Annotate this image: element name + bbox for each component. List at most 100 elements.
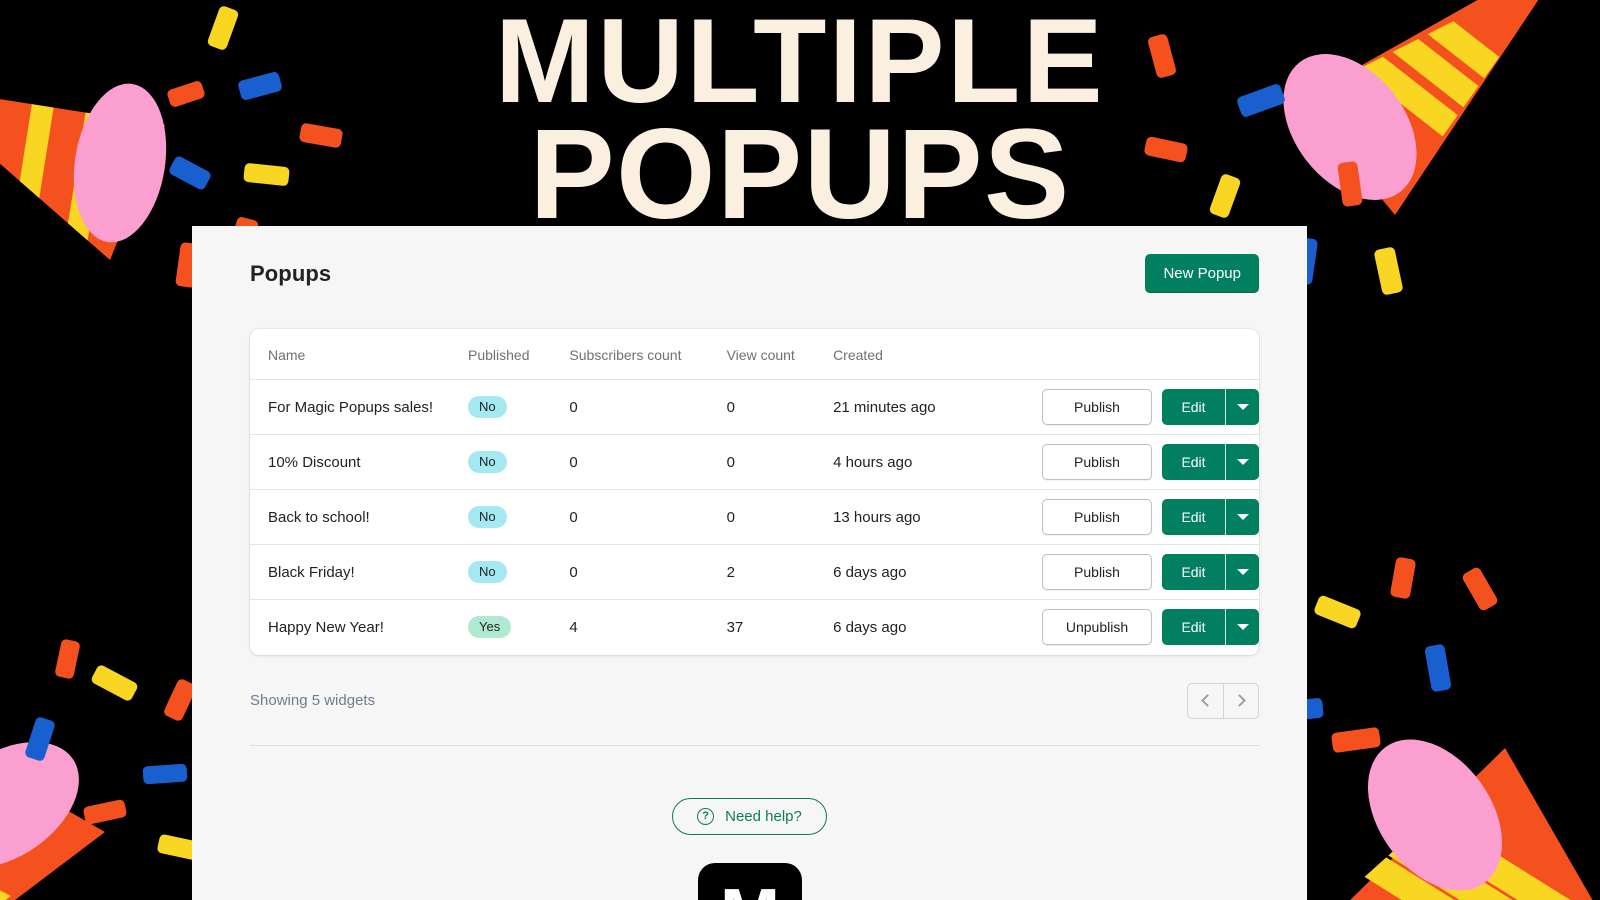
pagination-next-button[interactable] — [1223, 682, 1259, 719]
screen-root: MULTIPLE POPUPS Popups New Popup Name Pu… — [0, 0, 1600, 900]
cell-created: 21 minutes ago — [833, 379, 981, 435]
status-badge: No — [468, 561, 507, 583]
chevron-left-icon — [1200, 694, 1214, 707]
edit-dropdown-button[interactable] — [1225, 499, 1259, 535]
cell-views: 0 — [726, 489, 834, 545]
publish-toggle-button[interactable]: Publish — [1042, 389, 1152, 425]
cell-views: 0 — [726, 379, 834, 435]
status-badge: Yes — [468, 616, 512, 639]
row-actions: Publish Edit — [980, 499, 1259, 535]
edit-dropdown-button[interactable] — [1225, 609, 1259, 646]
confetti-piece — [1312, 594, 1363, 630]
edit-split-button: Edit — [1162, 609, 1259, 646]
pagination — [1187, 682, 1259, 719]
column-header-actions — [980, 329, 1259, 380]
popups-table-card: Name Published Subscribers count View co… — [250, 329, 1259, 655]
status-badge: No — [468, 396, 507, 418]
table-footer: Showing 5 widgets — [250, 655, 1259, 746]
cell-actions: Publish Edit — [980, 434, 1259, 490]
edit-button[interactable]: Edit — [1162, 499, 1225, 535]
help-section: ? Need help? — [192, 746, 1307, 835]
cell-actions: Unpublish Edit — [980, 600, 1259, 655]
app-panel: Popups New Popup Name Published Subscrib… — [192, 226, 1307, 900]
table-body: For Magic Popups sales! No 0 0 21 minute… — [250, 379, 1259, 655]
edit-button[interactable]: Edit — [1162, 389, 1225, 425]
cell-created: 6 days ago — [833, 618, 907, 636]
panel-header: Popups New Popup — [192, 226, 1307, 293]
cell-name: Happy New Year! — [268, 618, 384, 636]
showing-count-label: Showing 5 widgets — [250, 692, 376, 709]
table-row[interactable]: Back to school! No 0 0 13 hours ago Publ… — [250, 489, 1259, 545]
publish-toggle-button[interactable]: Publish — [1042, 554, 1152, 590]
confetti-piece — [1146, 33, 1178, 79]
pagination-previous-button[interactable] — [1187, 682, 1223, 719]
question-mark-circle-icon: ? — [697, 807, 715, 825]
cell-created: 6 days ago — [833, 544, 981, 600]
cell-name: 10% Discount — [250, 434, 469, 490]
table-row[interactable]: For Magic Popups sales! No 0 0 21 minute… — [250, 379, 1259, 435]
edit-dropdown-button[interactable] — [1225, 554, 1259, 590]
popups-table: Name Published Subscribers count View co… — [250, 329, 1259, 655]
cell-actions: Publish Edit — [980, 489, 1259, 545]
confetti-piece — [1460, 565, 1500, 613]
chevron-down-icon — [1236, 459, 1249, 465]
table-header: Name Published Subscribers count View co… — [250, 329, 1259, 380]
column-header-created: Created — [833, 329, 981, 380]
confetti-piece — [142, 763, 188, 785]
confetti-piece — [1373, 246, 1404, 296]
edit-button[interactable]: Edit — [1162, 609, 1225, 646]
cell-views: 0 — [726, 434, 834, 490]
edit-dropdown-button[interactable] — [1225, 389, 1259, 425]
edit-split-button: Edit — [1162, 554, 1259, 590]
publish-toggle-button[interactable]: Publish — [1042, 499, 1152, 535]
confetti-piece — [1143, 135, 1189, 164]
confetti-piece — [1389, 556, 1417, 600]
edit-split-button: Edit — [1162, 499, 1259, 535]
page-title: Popups — [250, 260, 332, 286]
cell-created: 13 hours ago — [833, 489, 981, 545]
cell-actions: Publish Edit — [980, 379, 1259, 435]
edit-dropdown-button[interactable] — [1225, 444, 1259, 480]
cell-subscribers: 4 — [569, 618, 578, 636]
need-help-button[interactable]: ? Need help? — [672, 797, 827, 835]
need-help-label: Need help? — [725, 807, 802, 825]
cell-published: Yes — [468, 600, 569, 655]
chevron-down-icon — [1236, 624, 1249, 631]
confetti-piece — [1208, 172, 1242, 220]
cell-published: No — [468, 544, 570, 600]
row-actions: Publish Edit — [980, 389, 1259, 425]
cell-created: 4 hours ago — [833, 434, 981, 490]
cell-published: No — [468, 434, 570, 490]
table-header-row: Name Published Subscribers count View co… — [250, 329, 1259, 380]
cell-published: No — [468, 489, 570, 545]
cell-views: 37 — [726, 618, 744, 636]
confetti-piece — [298, 122, 344, 149]
edit-button[interactable]: Edit — [1162, 444, 1225, 480]
publish-toggle-button[interactable]: Publish — [1042, 444, 1152, 480]
row-actions: Unpublish Edit — [980, 609, 1259, 646]
cell-name: For Magic Popups sales! — [250, 379, 469, 435]
cell-subscribers: 0 — [569, 489, 727, 545]
table-row[interactable]: 10% Discount No 0 0 4 hours ago Publish … — [250, 434, 1259, 490]
publish-toggle-button[interactable]: Unpublish — [1042, 609, 1152, 646]
confetti-piece — [54, 638, 81, 680]
new-popup-button[interactable]: New Popup — [1145, 254, 1259, 293]
table-row[interactable]: Happy New Year! Yes 4 37 6 days ago Unpu… — [250, 600, 1259, 655]
cell-published: No — [468, 379, 570, 435]
edit-button[interactable]: Edit — [1162, 554, 1225, 590]
cell-subscribers: 0 — [569, 379, 727, 435]
confetti-piece — [206, 4, 240, 52]
row-actions: Publish Edit — [980, 554, 1259, 590]
column-header-subscribers: Subscribers count — [569, 329, 727, 380]
table-row[interactable]: Black Friday! No 0 2 6 days ago Publish … — [250, 544, 1259, 600]
chevron-right-icon — [1233, 694, 1246, 707]
party-popper-top-right — [1283, 0, 1565, 215]
edit-split-button: Edit — [1162, 389, 1259, 425]
cell-name: Black Friday! — [250, 544, 469, 600]
cell-actions: Publish Edit — [980, 544, 1259, 600]
brand-logo: M — [697, 862, 802, 900]
cell-name: Back to school! — [250, 489, 469, 545]
edit-split-button: Edit — [1162, 444, 1259, 480]
chevron-down-icon — [1236, 404, 1249, 410]
status-badge: No — [468, 451, 507, 473]
